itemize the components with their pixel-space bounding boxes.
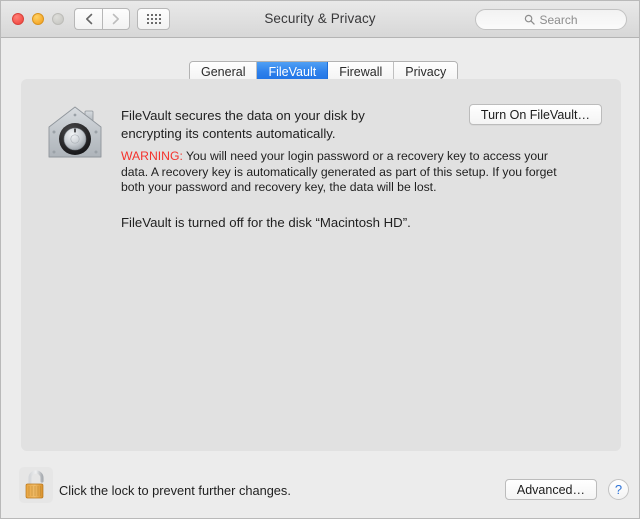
filevault-panel: FileVault secures the data on your disk … bbox=[21, 79, 621, 451]
search-icon bbox=[524, 14, 535, 25]
help-button[interactable]: ? bbox=[608, 479, 629, 500]
warning-label: WARNING: bbox=[121, 149, 183, 163]
window-titlebar: Security & Privacy Search bbox=[1, 1, 639, 38]
filevault-house-safe-icon bbox=[43, 101, 107, 165]
filevault-warning: WARNING: You will need your login passwo… bbox=[121, 149, 558, 196]
turn-on-filevault-button[interactable]: Turn On FileVault… bbox=[469, 104, 602, 125]
system-preferences-window: Security & Privacy Search General FileVa… bbox=[0, 0, 640, 519]
filevault-status: FileVault is turned off for the disk “Ma… bbox=[121, 215, 411, 230]
search-placeholder: Search bbox=[539, 13, 577, 27]
filevault-description: FileVault secures the data on your disk … bbox=[121, 107, 421, 143]
advanced-button[interactable]: Advanced… bbox=[505, 479, 597, 500]
lock-button[interactable] bbox=[19, 465, 53, 505]
search-input[interactable]: Search bbox=[475, 9, 627, 30]
warning-body: You will need your login password or a r… bbox=[121, 149, 557, 194]
unlocked-padlock-icon bbox=[19, 465, 53, 505]
lock-instruction-label: Click the lock to prevent further change… bbox=[59, 483, 291, 498]
